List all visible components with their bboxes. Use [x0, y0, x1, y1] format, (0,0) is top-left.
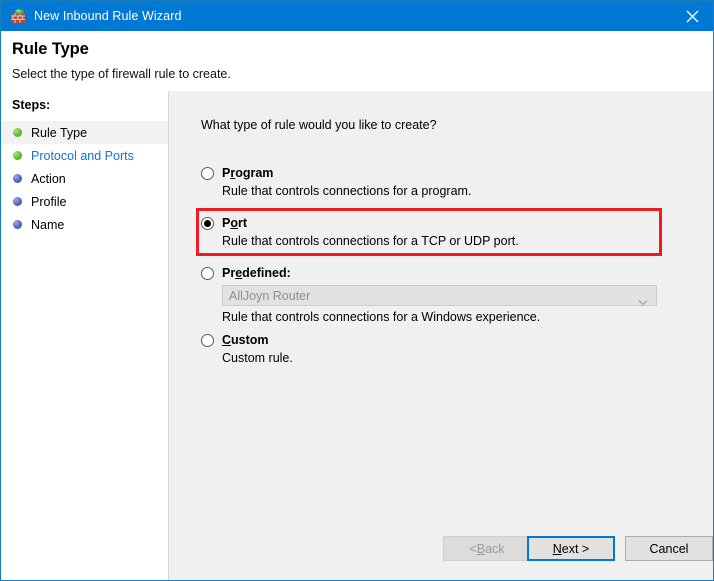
sidebar-item-name[interactable]: Name — [2, 213, 168, 236]
page-header: Rule Type Select the type of firewall ru… — [2, 31, 714, 91]
sidebar-item-protocol-and-ports[interactable]: Protocol and Ports — [2, 144, 168, 167]
next-button[interactable]: Next > — [527, 536, 615, 561]
title-bar: New Inbound Rule Wizard — [1, 1, 714, 31]
close-icon[interactable] — [669, 1, 714, 31]
option-port[interactable]: Port Rule that controls connections for … — [201, 216, 671, 248]
back-button[interactable]: < Back — [443, 536, 531, 561]
step-bullet-icon — [13, 174, 22, 183]
new-inbound-rule-wizard-window: New Inbound Rule Wizard Rule Type Select… — [0, 0, 714, 581]
sidebar-item-label: Action — [31, 172, 66, 186]
option-program[interactable]: Program Rule that controls connections f… — [201, 166, 671, 198]
option-program-description: Rule that controls connections for a pro… — [222, 184, 671, 198]
option-predefined-description: Rule that controls connections for a Win… — [222, 310, 671, 324]
sidebar-item-label: Rule Type — [31, 126, 87, 140]
steps-sidebar: Steps: Rule Type Protocol and Ports Acti… — [2, 91, 169, 580]
rule-type-question: What type of rule would you like to crea… — [201, 118, 437, 132]
option-port-description: Rule that controls connections for a TCP… — [222, 234, 671, 248]
option-predefined-label: Predefined: — [222, 266, 291, 280]
window-title: New Inbound Rule Wizard — [34, 9, 182, 23]
firewall-brick-wall-icon — [10, 8, 26, 24]
step-bullet-icon — [13, 220, 22, 229]
chevron-down-icon — [638, 293, 648, 311]
sidebar-item-label: Protocol and Ports — [31, 149, 134, 163]
option-custom-row[interactable]: Custom — [201, 333, 671, 347]
radio-port[interactable] — [201, 217, 214, 230]
predefined-rule-value: AllJoyn Router — [223, 289, 310, 303]
option-predefined[interactable]: Predefined: AllJoyn Router Rule that con… — [201, 266, 671, 324]
sidebar-item-label: Name — [31, 218, 64, 232]
cancel-button[interactable]: Cancel — [625, 536, 713, 561]
option-port-row[interactable]: Port — [201, 216, 671, 230]
option-port-label: Port — [222, 216, 247, 230]
sidebar-item-action[interactable]: Action — [2, 167, 168, 190]
sidebar-item-label: Profile — [31, 195, 66, 209]
step-bullet-icon — [13, 197, 22, 206]
predefined-rule-dropdown[interactable]: AllJoyn Router — [222, 285, 657, 306]
radio-program[interactable] — [201, 167, 214, 180]
steps-heading: Steps: — [12, 98, 50, 112]
step-bullet-icon — [13, 151, 22, 160]
radio-custom[interactable] — [201, 334, 214, 347]
option-custom[interactable]: Custom Custom rule. — [201, 333, 671, 365]
steps-list: Rule Type Protocol and Ports Action Prof… — [2, 121, 168, 236]
option-program-label: Program — [222, 166, 273, 180]
main-content: What type of rule would you like to crea… — [169, 91, 714, 580]
page-subtitle: Select the type of firewall rule to crea… — [12, 67, 231, 81]
step-bullet-icon — [13, 128, 22, 137]
option-custom-label: Custom — [222, 333, 269, 347]
radio-predefined[interactable] — [201, 267, 214, 280]
sidebar-item-profile[interactable]: Profile — [2, 190, 168, 213]
option-custom-description: Custom rule. — [222, 351, 671, 365]
wizard-button-bar: < Back Next > Cancel — [169, 536, 714, 580]
page-title: Rule Type — [12, 40, 89, 59]
option-predefined-row[interactable]: Predefined: — [201, 266, 671, 280]
sidebar-item-rule-type[interactable]: Rule Type — [2, 121, 168, 144]
option-program-row[interactable]: Program — [201, 166, 671, 180]
